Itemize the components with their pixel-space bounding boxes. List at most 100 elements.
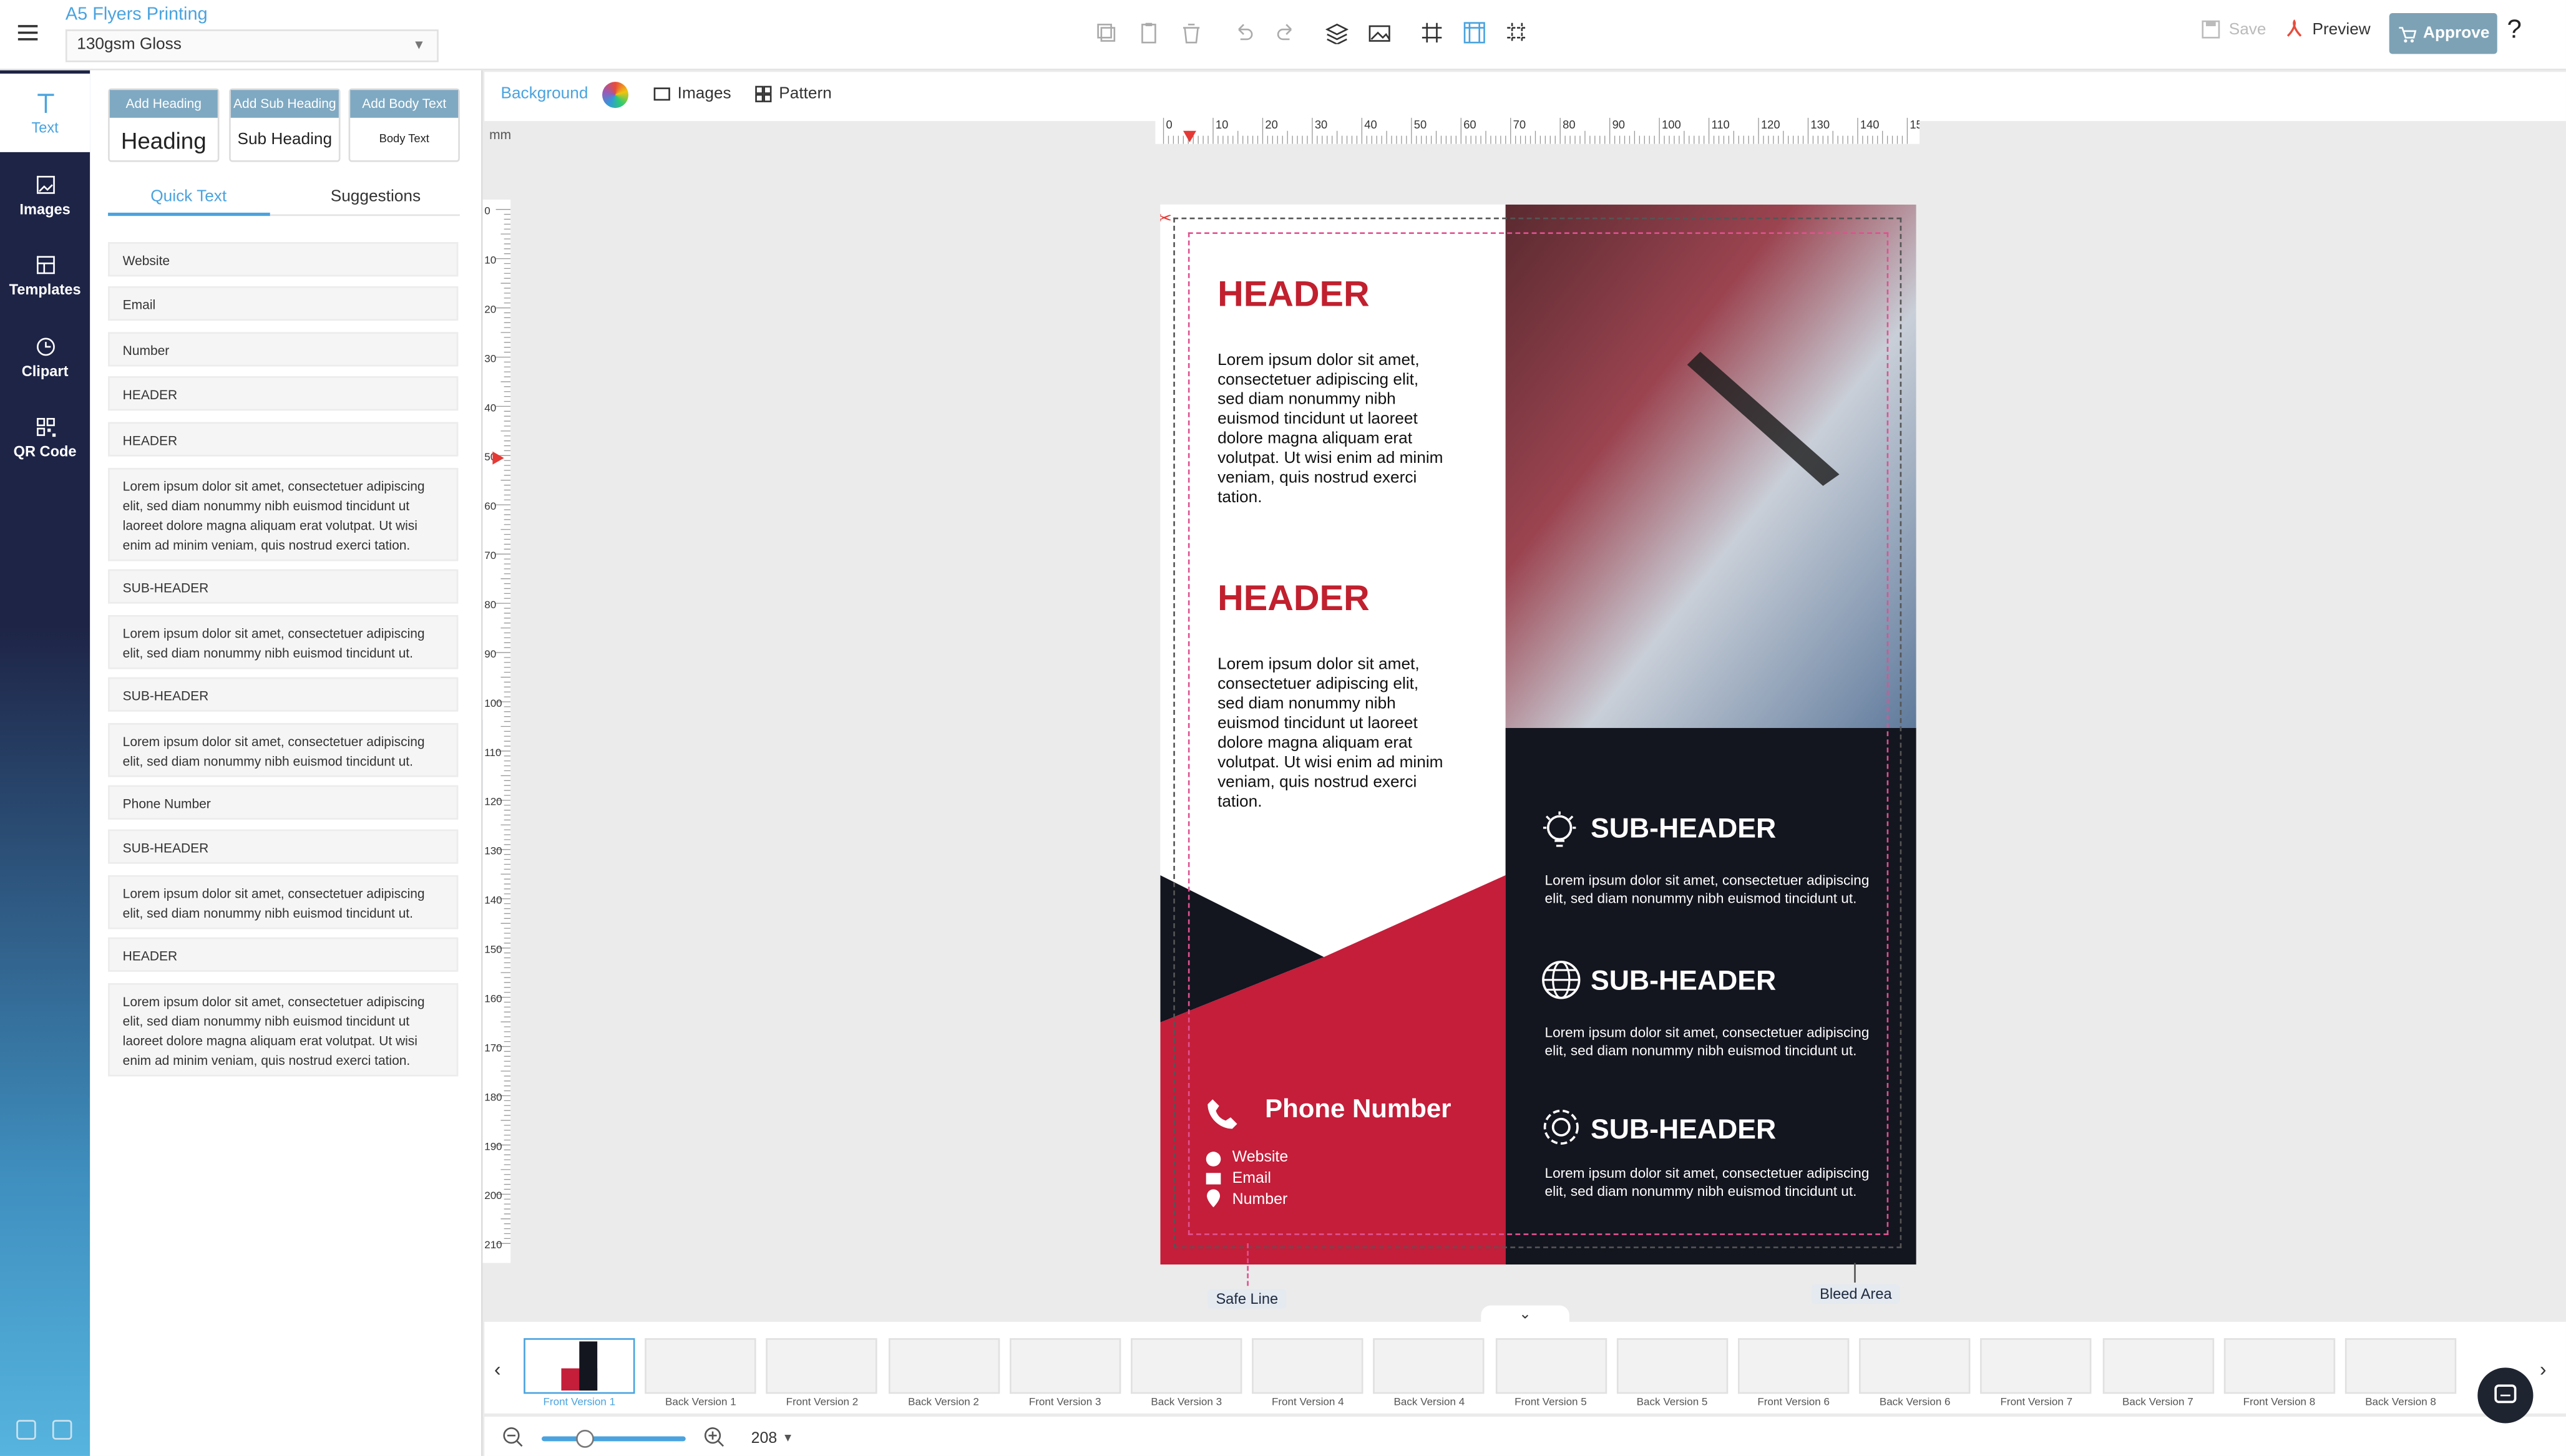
nav-clipart[interactable]: Clipart: [0, 318, 90, 396]
page-thumbnail-label[interactable]: Front Version 8: [2218, 1397, 2339, 1409]
horizontal-ruler: 0 10 20 30 40 50 60 70 80 90 100 110 120 130 140 150: [1155, 114, 1920, 144]
page-thumbnail-label[interactable]: Front Version 7: [1976, 1397, 2097, 1409]
quick-text-item[interactable]: Website: [108, 242, 459, 277]
page-thumbnail[interactable]: [1495, 1338, 1607, 1394]
page-thumbnail-label[interactable]: Back Version 1: [640, 1397, 761, 1409]
page-thumbnail[interactable]: [766, 1338, 878, 1394]
pages-prev-icon[interactable]: ‹: [494, 1358, 500, 1381]
document-title[interactable]: A5 Flyers Printing: [66, 5, 208, 24]
page-thumbnail[interactable]: [645, 1338, 757, 1394]
quick-text-item[interactable]: Lorem ipsum dolor sit amet, consectetuer…: [108, 875, 459, 929]
layers-icon[interactable]: [1320, 16, 1353, 49]
hamburger-icon[interactable]: [16, 21, 39, 44]
page-thumbnail[interactable]: [887, 1338, 1000, 1394]
page-thumbnail[interactable]: [1131, 1338, 1242, 1394]
quick-text-item[interactable]: HEADER: [108, 376, 459, 411]
paper-type-select[interactable]: 130gsm Gloss ▼: [65, 29, 439, 62]
page-thumbnail[interactable]: [2102, 1338, 2214, 1394]
nav-images[interactable]: Images: [0, 155, 90, 234]
clipart-icon: [36, 337, 54, 356]
flyer-canvas[interactable]: HEADER Lorem ipsum dolor sit amet, conse…: [1160, 204, 1916, 1265]
paste-icon[interactable]: [1133, 16, 1165, 49]
page-thumbnail-label[interactable]: Back Version 5: [1612, 1397, 1733, 1409]
page-thumbnail[interactable]: [1009, 1338, 1121, 1394]
ruler-tick-label: 150: [484, 944, 502, 956]
page-thumbnail[interactable]: [1737, 1338, 1850, 1394]
page-thumbnail-label[interactable]: Front Version 4: [1247, 1397, 1368, 1409]
body-text-sample: Body Text: [379, 134, 429, 146]
tab-quick-text[interactable]: Quick Text: [150, 188, 227, 206]
add-heading-button[interactable]: Add Heading Heading: [108, 88, 220, 162]
quick-text-item[interactable]: Phone Number: [108, 785, 459, 820]
save-button[interactable]: Save: [2201, 19, 2266, 39]
page-thumbnail[interactable]: [1373, 1338, 1485, 1394]
page-thumbnail[interactable]: [2344, 1338, 2457, 1394]
quick-text-item[interactable]: Lorem ipsum dolor sit amet, consectetuer…: [108, 615, 459, 669]
grid-icon[interactable]: [1415, 16, 1448, 49]
text-icon: [37, 93, 54, 112]
quick-text-item[interactable]: Email: [108, 286, 459, 321]
page-thumbnail-label[interactable]: Back Version 7: [2097, 1397, 2218, 1409]
ruler-tick-label: 70: [484, 550, 496, 561]
page-thumbnail[interactable]: [2223, 1338, 2335, 1394]
ruler-marker-icon[interactable]: [492, 451, 504, 465]
quick-text-item[interactable]: SUB-HEADER: [108, 677, 459, 712]
page-thumbnail-label[interactable]: Back Version 6: [1855, 1397, 1976, 1409]
delete-icon[interactable]: [1175, 16, 1207, 49]
text-panel-tabs: Quick Text Suggestions: [108, 183, 460, 216]
tab-suggestions[interactable]: Suggestions: [331, 188, 421, 206]
page-thumbnail[interactable]: [1981, 1338, 2092, 1394]
page-thumbnail-label[interactable]: Back Version 8: [2340, 1397, 2461, 1409]
add-body-text-button[interactable]: Add Body Text Body Text: [348, 88, 460, 162]
page-thumbnail[interactable]: [524, 1338, 635, 1394]
quick-text-item[interactable]: Number: [108, 332, 459, 367]
redo-icon[interactable]: [1270, 16, 1302, 49]
vertical-ruler-ticks: 0102030405060708090100110120130140150160…: [484, 205, 511, 1251]
page-thumbnail-label[interactable]: Back Version 4: [1368, 1397, 1490, 1409]
undo-icon[interactable]: [1227, 16, 1260, 49]
quick-text-item[interactable]: SUB-HEADER: [108, 829, 459, 864]
approve-button[interactable]: Approve: [2389, 12, 2497, 54]
safe-line: [1188, 232, 1889, 1235]
help-button[interactable]: ?: [2507, 16, 2522, 46]
nav-text[interactable]: Text: [0, 74, 90, 152]
quick-text-item[interactable]: Lorem ipsum dolor sit amet, consectetuer…: [108, 723, 459, 777]
page-thumbnail-label[interactable]: Front Version 1: [519, 1397, 640, 1409]
active-tab-indicator: [108, 212, 270, 216]
add-sub-heading-button[interactable]: Add Sub Heading Sub Heading: [229, 88, 341, 162]
thumbnail-preview-panel: [579, 1341, 598, 1391]
chat-small-icon[interactable]: [16, 1420, 36, 1440]
quick-text-item[interactable]: Lorem ipsum dolor sit amet, consectetuer…: [108, 468, 459, 561]
images-button[interactable]: Images: [653, 85, 731, 103]
zoom-slider[interactable]: [542, 1436, 686, 1442]
nav-templates[interactable]: Templates: [0, 236, 90, 314]
page-thumbnail-label[interactable]: Front Version 2: [761, 1397, 882, 1409]
zoom-value[interactable]: 208: [751, 1430, 778, 1448]
quick-text-item[interactable]: Lorem ipsum dolor sit amet, consectetuer…: [108, 983, 459, 1077]
ruler-marker-icon[interactable]: [1183, 130, 1196, 143]
background-label[interactable]: Background: [500, 85, 588, 103]
nav-qr-code[interactable]: QR Code: [0, 397, 90, 476]
page-thumbnail-label[interactable]: Back Version 2: [883, 1397, 1004, 1409]
quick-text-item[interactable]: HEADER: [108, 937, 459, 972]
pattern-button[interactable]: Pattern: [754, 85, 832, 103]
pages-next-icon[interactable]: ›: [2540, 1358, 2546, 1381]
chat-launcher-button[interactable]: [2477, 1367, 2534, 1424]
info-small-icon[interactable]: [52, 1420, 72, 1440]
guides-icon[interactable]: [1458, 16, 1491, 49]
page-thumbnail-label[interactable]: Back Version 3: [1126, 1397, 1247, 1409]
page-thumbnail-label[interactable]: Front Version 6: [1733, 1397, 1854, 1409]
duplicate-icon[interactable]: [1090, 16, 1123, 49]
page-thumbnail[interactable]: [1859, 1338, 1971, 1394]
quick-text-item[interactable]: SUB-HEADER: [108, 569, 459, 604]
quick-text-item[interactable]: HEADER: [108, 422, 459, 457]
page-thumbnail-label[interactable]: Front Version 5: [1490, 1397, 1611, 1409]
page-thumbnail[interactable]: [1616, 1338, 1728, 1394]
preview-button[interactable]: Preview: [2285, 19, 2371, 39]
color-wheel-icon[interactable]: [602, 82, 629, 109]
page-thumbnail-label[interactable]: Front Version 3: [1005, 1397, 1126, 1409]
snap-grid-icon[interactable]: [1501, 16, 1533, 49]
page-thumbnail[interactable]: [1252, 1338, 1363, 1394]
image-frame-icon[interactable]: [1363, 16, 1395, 49]
zoom-dropdown-icon[interactable]: ▼: [783, 1433, 794, 1444]
